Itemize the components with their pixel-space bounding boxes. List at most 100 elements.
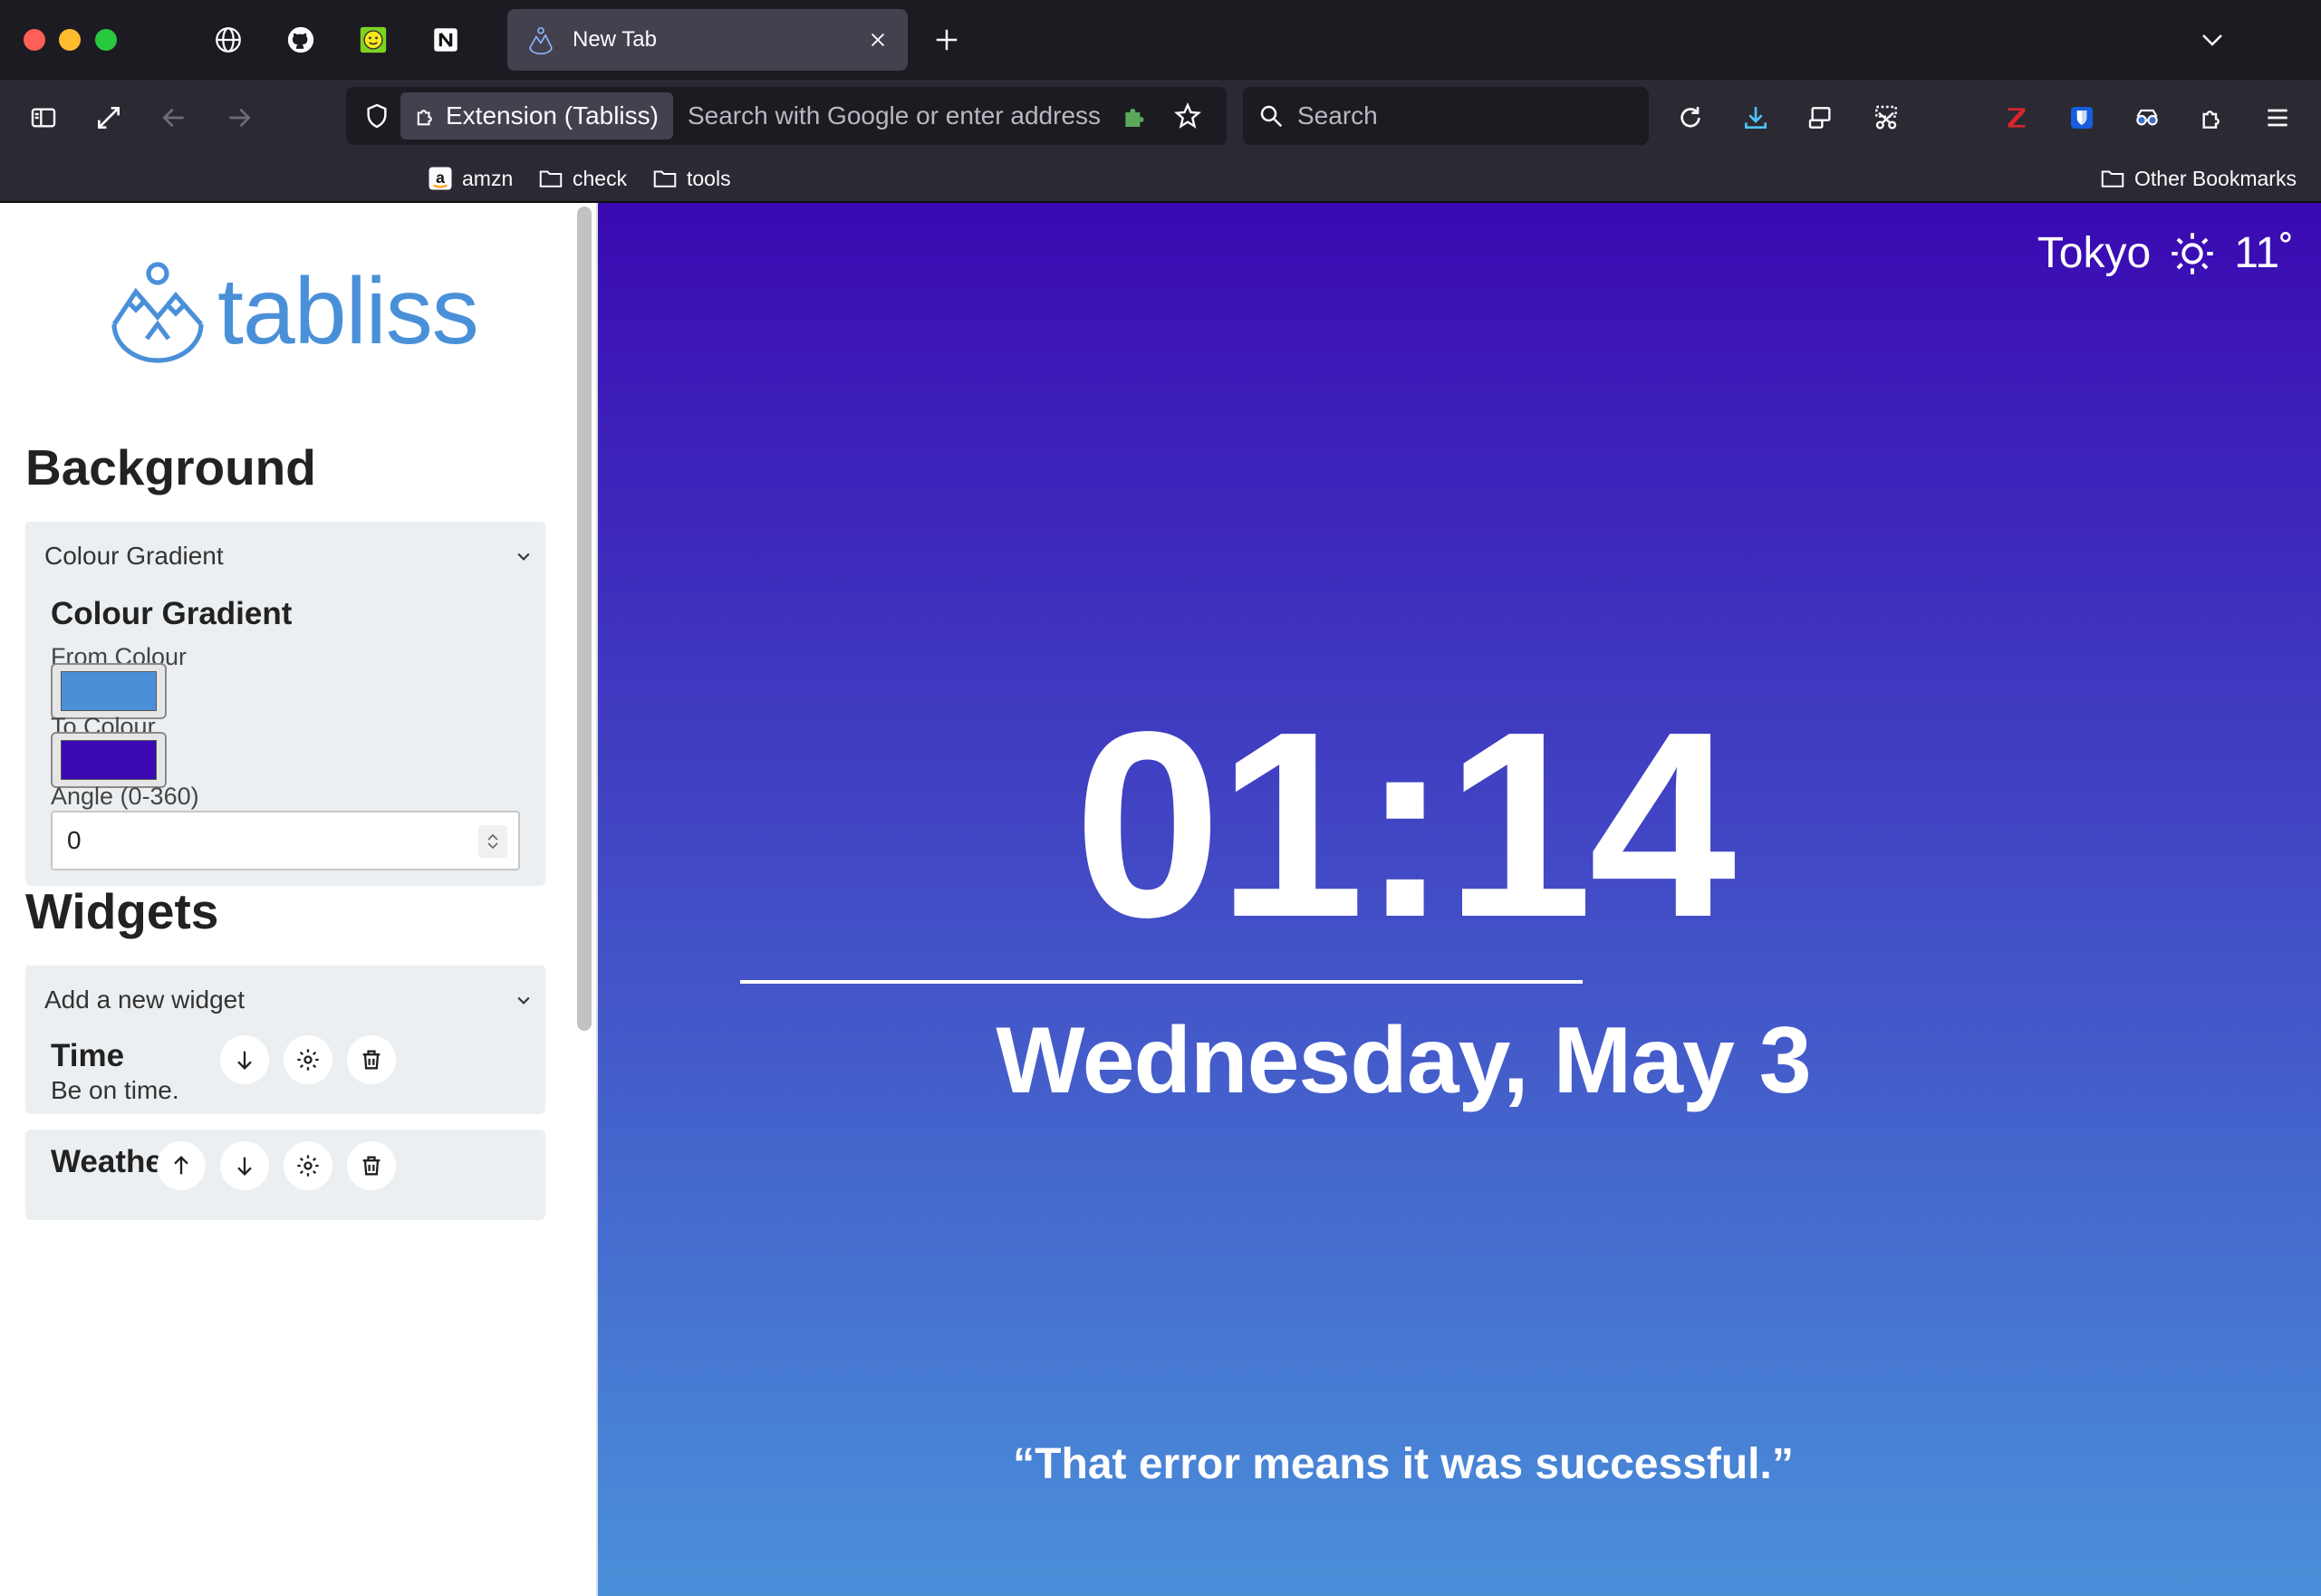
- search-input[interactable]: Search: [1297, 101, 1378, 130]
- to-colour-picker[interactable]: [51, 732, 167, 788]
- to-colour-swatch: [61, 740, 157, 780]
- tabliss-logo: tabliss: [107, 259, 479, 364]
- settings-panel: tabliss Background Colour Gradient Colou…: [0, 203, 598, 1596]
- chevron-down-icon: [517, 996, 530, 1005]
- reload-icon[interactable]: [1671, 98, 1710, 138]
- widget-settings-button[interactable]: [284, 1141, 332, 1190]
- menu-hamburger-icon[interactable]: [2258, 98, 2297, 138]
- clock-divider: [740, 980, 1583, 984]
- tabliss-wordmark: tabliss: [217, 259, 479, 364]
- tab-list-chevron-icon[interactable]: [2194, 22, 2230, 58]
- amazon-icon: a: [429, 167, 452, 190]
- weather-city: Tokyo: [2037, 229, 2152, 277]
- extension-identity-label: Extension (Tabliss): [446, 101, 659, 130]
- move-down-button[interactable]: [220, 1035, 269, 1084]
- arrow-up-icon: [174, 1156, 188, 1175]
- gradient-settings-card: Colour Gradient From Colour To Colour An…: [25, 580, 545, 886]
- synced-devices-icon[interactable]: [1801, 98, 1841, 138]
- sun-icon: [2172, 232, 2213, 274]
- bookmark-star-icon[interactable]: [1170, 98, 1206, 134]
- pinned-tab-globe-icon[interactable]: [210, 22, 246, 58]
- window-maximize-button[interactable]: [95, 29, 117, 51]
- screenshot-scissors-icon[interactable]: [1866, 98, 1906, 138]
- delete-widget-button[interactable]: [347, 1035, 396, 1084]
- gradient-card-title: Colour Gradient: [51, 596, 293, 631]
- widget-settings-button[interactable]: [284, 1035, 332, 1084]
- widget-description: Be on time.: [51, 1076, 179, 1104]
- pinned-tab-smiley-icon[interactable]: [355, 22, 391, 58]
- tabliss-mountain-logo-icon: [111, 262, 204, 363]
- extension-puzzle-icon[interactable]: [1117, 98, 1153, 134]
- from-colour-swatch: [61, 671, 157, 711]
- address-input[interactable]: Search with Google or enter address: [688, 101, 1113, 130]
- add-widget-placeholder: Add a new widget: [44, 985, 246, 1014]
- new-tab-plus-icon[interactable]: [929, 22, 965, 58]
- bookmark-label: tools: [687, 166, 731, 190]
- quote-text: “That error means it was successful.”: [1013, 1440, 1794, 1488]
- widget-card-weather: Weather: [25, 1130, 545, 1220]
- bookmark-label: amzn: [462, 166, 514, 190]
- pinned-tab-notion-icon[interactable]: [428, 22, 464, 58]
- angle-stepper-icon[interactable]: [478, 825, 507, 858]
- tab-new-tab[interactable]: New Tab: [507, 9, 908, 71]
- trash-icon: [362, 1050, 380, 1070]
- bookmarks-toolbar: a amzn check tools Other Bookmarks: [0, 156, 2321, 203]
- folder-icon: [539, 170, 563, 187]
- move-down-button[interactable]: [220, 1141, 269, 1190]
- puzzle-icon: [417, 110, 432, 126]
- pinned-tab-github-icon[interactable]: [283, 22, 319, 58]
- other-bookmarks-folder[interactable]: Other Bookmarks: [2098, 161, 2297, 196]
- delete-widget-button[interactable]: [347, 1141, 396, 1190]
- window-minimize-button[interactable]: [59, 29, 81, 51]
- angle-value: 0: [67, 826, 82, 854]
- arrow-down-icon: [237, 1051, 252, 1070]
- bookmark-amzn[interactable]: a amzn: [426, 161, 513, 196]
- bitwarden-shield-icon[interactable]: [2062, 98, 2102, 138]
- widget-title: Time: [51, 1038, 125, 1073]
- other-bookmarks-label: Other Bookmarks: [2134, 166, 2297, 190]
- dashboard-background: Tokyo 11˚ 01:14 Wednesday, May 3 “That e…: [598, 203, 2321, 1596]
- close-tab-icon[interactable]: [864, 26, 891, 53]
- zotero-icon[interactable]: [1997, 98, 2037, 138]
- gear-icon: [297, 1155, 319, 1177]
- arrow-down-icon: [237, 1157, 252, 1176]
- navigation-toolbar: Extension (Tabliss) Search with Google o…: [0, 80, 2321, 156]
- background-heading: Background: [25, 439, 316, 495]
- trash-icon: [362, 1156, 380, 1176]
- clock-time: 01:14: [1074, 677, 1737, 972]
- from-colour-picker[interactable]: [51, 663, 167, 719]
- widget-card-time: Time Be on time.: [25, 1024, 545, 1114]
- window-close-button[interactable]: [24, 29, 45, 51]
- clock-date: Wednesday, May 3: [996, 1008, 1811, 1113]
- private-browsing-glasses-icon[interactable]: [2127, 98, 2167, 138]
- widgets-heading: Widgets: [25, 883, 219, 939]
- page-viewport: tabliss Background Colour Gradient Colou…: [0, 203, 2321, 1596]
- tabliss-favicon-icon: [529, 26, 553, 55]
- bookmark-folder-check[interactable]: check: [536, 161, 627, 196]
- angle-label: Angle (0-360): [51, 783, 199, 810]
- tab-strip: New Tab: [0, 0, 2321, 80]
- sidebar-toggle-icon[interactable]: [24, 98, 63, 138]
- angle-input[interactable]: 0: [51, 811, 520, 870]
- extensions-puzzle-icon[interactable]: [2192, 98, 2232, 138]
- forward-arrow-icon[interactable]: [219, 98, 259, 138]
- bookmark-folder-tools[interactable]: tools: [650, 161, 731, 196]
- move-up-button[interactable]: [157, 1141, 206, 1190]
- weather-widget[interactable]: Tokyo 11˚: [2037, 228, 2294, 278]
- address-bar[interactable]: Extension (Tabliss) Search with Google o…: [346, 87, 1227, 145]
- tracking-protection-shield-icon[interactable]: [353, 87, 400, 145]
- bookmark-label: check: [573, 166, 628, 190]
- downloads-icon[interactable]: [1736, 98, 1776, 138]
- search-bar[interactable]: Search: [1243, 87, 1649, 145]
- folder-icon: [2101, 170, 2124, 187]
- extension-identity-chip[interactable]: Extension (Tabliss): [400, 92, 673, 139]
- expand-icon[interactable]: [89, 98, 129, 138]
- gear-icon: [297, 1049, 319, 1071]
- search-icon: [1260, 105, 1283, 128]
- chevron-down-icon: [517, 553, 530, 561]
- folder-icon: [653, 170, 677, 187]
- tab-title: New Tab: [573, 27, 657, 52]
- svg-text:a: a: [436, 168, 445, 187]
- weather-temperature: 11˚: [2234, 229, 2294, 277]
- back-arrow-icon[interactable]: [154, 98, 194, 138]
